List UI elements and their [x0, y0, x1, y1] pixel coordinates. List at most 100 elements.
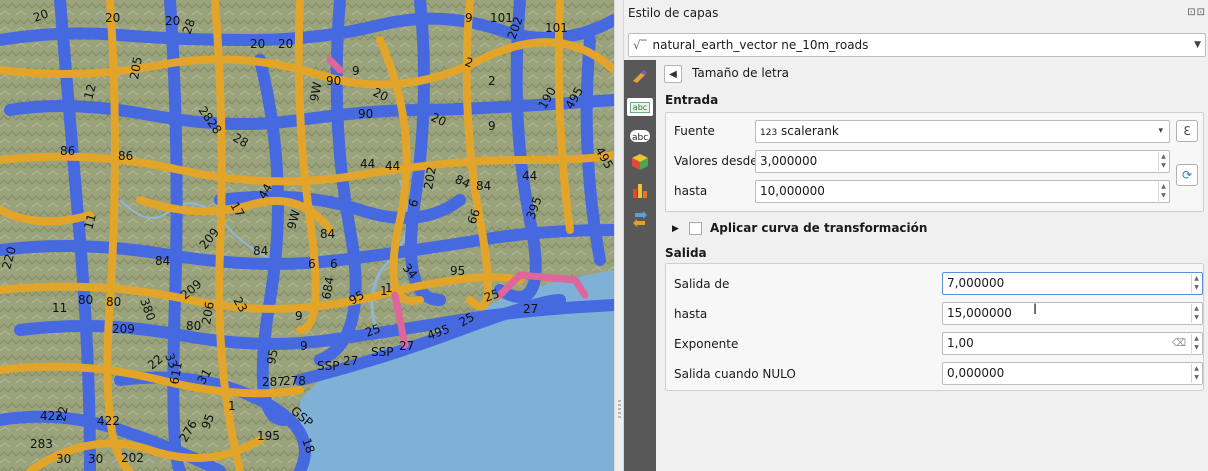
road-shield-label: 278	[283, 374, 306, 388]
tab-diagrams[interactable]	[629, 180, 651, 200]
road-shield-label: 2	[488, 74, 496, 88]
nulo-label: Salida cuando NULO	[674, 367, 796, 381]
salida-de-value: 7,000000	[947, 276, 1005, 290]
back-button[interactable]: ◀	[664, 65, 682, 83]
fuente-label: Fuente	[674, 124, 715, 138]
road-shield-label: 1	[385, 281, 393, 295]
style-tab-bar: abc abc	[624, 60, 656, 471]
salida-hasta-input[interactable]: 15,000000 ▲ ▼	[942, 302, 1203, 325]
entrada-hasta-input[interactable]: 10,000000 ▲ ▼	[755, 180, 1170, 203]
road-shield-label: 9	[352, 64, 360, 78]
arrow-left-icon: ◀	[669, 68, 677, 80]
road-shield-label: 95	[450, 264, 465, 278]
road-shield-label: 9	[465, 11, 473, 25]
nulo-input[interactable]: 0,000000 ▲ ▼	[942, 362, 1203, 385]
spinbox-arrows[interactable]: ▲ ▼	[1191, 274, 1201, 293]
road-shield-label: 90	[358, 107, 373, 121]
road-shield-label: 6	[308, 257, 316, 271]
road-shield-label: 84	[253, 244, 268, 258]
road-shield-label: 80	[186, 319, 201, 333]
map-canvas[interactable]: 20 20 20 28 20 20 9 101 101 202 205 12 86 86 28 2828 90 9…	[0, 0, 614, 471]
fuente-field[interactable]: 123 scalerank ▾	[755, 120, 1170, 143]
road-shield-label: 1	[228, 399, 236, 413]
refresh-icon: ⟳	[1181, 168, 1193, 182]
road-shield-label: 84	[155, 254, 170, 268]
label-abc-icon: abc	[629, 101, 651, 113]
splitter-grip[interactable]	[618, 400, 621, 420]
tab-history[interactable]	[629, 208, 651, 228]
salida-de-label: Salida de	[674, 277, 730, 291]
road-shield-label: 195	[257, 429, 280, 443]
chevron-down-icon: ▾	[1158, 126, 1163, 136]
paintbrush-icon	[633, 70, 647, 83]
spinbox-arrows[interactable]: ▲ ▼	[1158, 152, 1168, 171]
layer-select[interactable]: √‾ natural_earth_vector ne_10m_roads ▼	[628, 33, 1206, 57]
tab-masks[interactable]: abc	[629, 126, 651, 146]
road-shield-label: 27	[399, 339, 414, 353]
tab-labels[interactable]: abc	[627, 98, 653, 116]
entrada-title: Entrada	[665, 93, 719, 107]
history-icon	[633, 211, 647, 227]
layer-select-value: natural_earth_vector ne_10m_roads	[652, 38, 869, 52]
spinbox-arrows[interactable]: ▲ ▼	[1191, 304, 1201, 323]
road-shield-label: 86	[118, 149, 133, 163]
road-shield-label: 283	[30, 437, 53, 451]
road-shield-label: 202	[121, 451, 144, 465]
vector-layer-icon: √‾	[633, 38, 647, 52]
salida-hasta-value: 15,000000	[947, 306, 1012, 320]
diagram-icon	[633, 184, 647, 198]
mask-abc-icon: abc	[630, 130, 650, 143]
cube-3d-icon	[632, 154, 648, 170]
road-shield-label: 287	[262, 375, 285, 389]
breadcrumb: Tamaño de letra	[692, 66, 790, 80]
salida-de-input[interactable]: 7,000000 ▲ ▼	[942, 272, 1203, 295]
road-shield-label: 101	[545, 21, 568, 35]
panel-title: Estilo de capas	[628, 6, 719, 20]
collapse-arrow-icon[interactable]: ▶	[672, 224, 679, 234]
curve-checkbox[interactable]	[689, 222, 702, 235]
road-shield-label: 9	[295, 309, 303, 323]
entrada-hasta-label: hasta	[674, 184, 708, 198]
road-shield-label: 86	[60, 144, 75, 158]
road-shield-label: 422	[97, 414, 120, 428]
road-shield-label: 22	[54, 405, 70, 422]
nulo-value: 0,000000	[947, 366, 1005, 380]
road-shield-label: 30	[88, 452, 103, 466]
expression-button[interactable]: ℇ	[1176, 120, 1198, 142]
road-shield-label: 20	[278, 37, 293, 51]
panel-splitter[interactable]	[614, 0, 624, 471]
exponente-value: 1,00	[947, 336, 974, 350]
road-shield-label: 44	[360, 157, 375, 171]
road-shield-label: 84	[320, 227, 335, 241]
valores-desde-value: 3,000000	[760, 154, 818, 168]
valores-desde-input[interactable]: 3,000000 ▲ ▼	[755, 150, 1170, 173]
valores-desde-label: Valores desde	[674, 154, 758, 168]
panel-content: ◀ Tamaño de letra Entrada Fuente 123 sca…	[656, 60, 1208, 471]
curve-label[interactable]: Aplicar curva de transformación	[710, 221, 927, 235]
tab-symbology[interactable]	[629, 67, 651, 87]
road-shield-label: 11	[52, 301, 67, 315]
text-cursor-icon: I	[1033, 302, 1038, 318]
road-shield-label: 44	[385, 159, 400, 173]
spinbox-arrows[interactable]: ▲ ▼	[1191, 364, 1201, 383]
chevron-down-icon: ▼	[1194, 40, 1201, 50]
road-shield-label: 20	[105, 11, 120, 25]
panel-float-close-icons[interactable]: ⊡⊡	[1187, 7, 1206, 18]
spinbox-arrows[interactable]: ▲ ▼	[1158, 182, 1168, 201]
road-shield-label: SSP	[371, 345, 393, 359]
road-shield-label: 9	[300, 339, 308, 353]
road-shield-label: 80	[106, 295, 121, 309]
fetch-min-max-button[interactable]: ⟳	[1176, 164, 1198, 186]
svg-text:abc: abc	[632, 133, 648, 143]
spinbox-arrows[interactable]: ▲ ▼	[1191, 334, 1201, 353]
clear-icon[interactable]: ⌫	[1172, 333, 1186, 354]
exponente-input[interactable]: 1,00 ⌫ ▲ ▼	[942, 332, 1203, 355]
road-shield-label: 9	[488, 119, 496, 133]
road-shield-label: SSP	[317, 359, 339, 373]
fuente-value: scalerank	[781, 124, 839, 138]
map-svg[interactable]: 20 20 20 2820 209 1011012022051286 86282828909…	[0, 0, 614, 471]
layer-styling-panel: Estilo de capas ⊡⊡ √‾ natural_earth_vect…	[624, 0, 1208, 471]
road-shield-label: 44	[522, 169, 537, 183]
tab-3d-view[interactable]	[629, 152, 651, 172]
road-shield-label: 84	[476, 179, 491, 193]
